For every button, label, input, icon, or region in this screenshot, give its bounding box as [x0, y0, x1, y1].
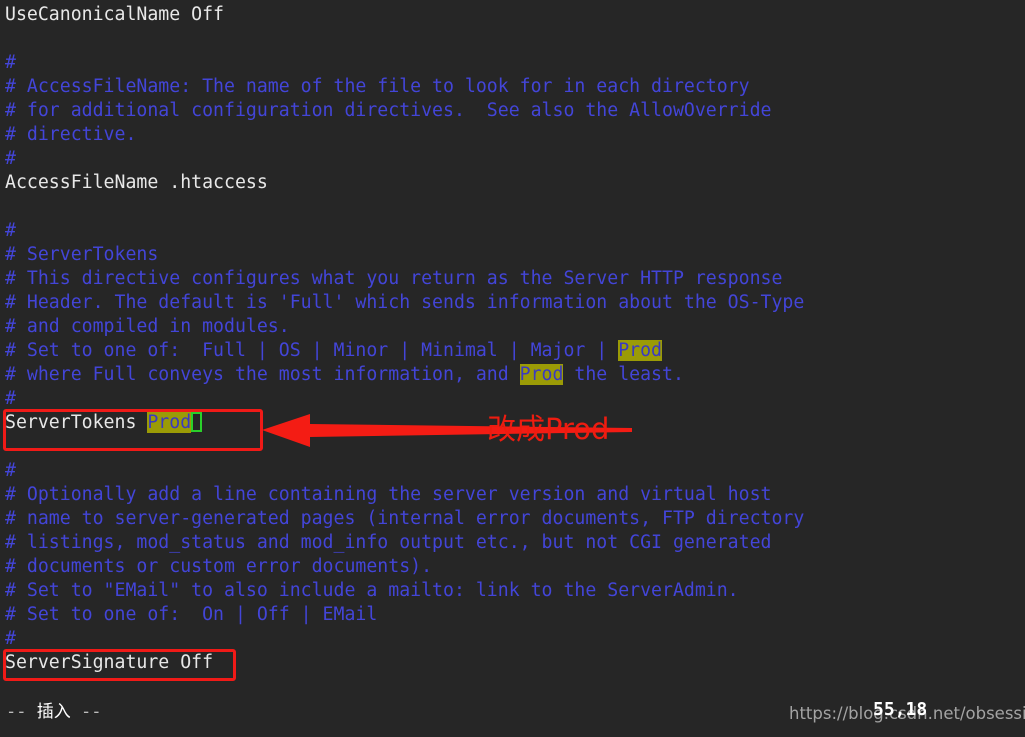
code-line: # Set to one of: On | Off | EMail — [5, 604, 378, 625]
status-dash-right: -- — [70, 702, 102, 722]
status-mode-label: 插入 — [36, 702, 71, 722]
code-line-text: # Set to one of: Full | OS | Minor | Min… — [5, 340, 619, 361]
code-line: # ServerTokens — [5, 244, 159, 265]
code-line: # for additional configuration directive… — [5, 100, 772, 121]
vim-editor-buffer[interactable]: UseCanonicalName Off # # AccessFileName:… — [0, 0, 1025, 737]
terminal-screenshot: UseCanonicalName Off # # AccessFileName:… — [0, 0, 1025, 737]
code-line: # listings, mod_status and mod_info outp… — [5, 532, 772, 553]
search-highlight: Prod — [519, 364, 564, 385]
search-highlight: Prod — [618, 340, 663, 361]
code-line: # name to server-generated pages (intern… — [5, 508, 805, 529]
code-line: # — [5, 148, 16, 169]
vim-status-line: -- 插入 -- — [6, 700, 101, 724]
code-line: # — [5, 52, 16, 73]
code-line-text: # where Full conveys the most informatio… — [5, 364, 520, 385]
status-dash-left: -- — [6, 702, 37, 722]
code-line-text-tail: the least. — [563, 364, 684, 385]
code-line: # documents or custom error documents). — [5, 556, 433, 577]
code-line: # AccessFileName: The name of the file t… — [5, 76, 750, 97]
code-line: # Optionally add a line containing the s… — [5, 484, 772, 505]
code-line-highlighted: # where Full conveys the most informatio… — [5, 363, 684, 387]
code-line: # This directive configures what you ret… — [5, 268, 783, 289]
code-line-servertokens[interactable]: ServerTokens Prod — [5, 411, 203, 435]
code-line: # and compiled in modules. — [5, 316, 290, 337]
cursor-position-indicator: 55,18 — [873, 699, 928, 720]
code-line: # — [5, 628, 16, 649]
code-line: AccessFileName .htaccess — [5, 172, 268, 193]
code-line: # Set to "EMail" to also include a mailt… — [5, 580, 739, 601]
code-line-serversignature[interactable]: ServerSignature Off — [5, 651, 213, 675]
code-line: UseCanonicalName Off — [5, 4, 224, 25]
text-cursor — [191, 412, 203, 432]
code-line: # Header. The default is 'Full' which se… — [5, 292, 805, 313]
code-line-highlighted: # Set to one of: Full | OS | Minor | Min… — [5, 339, 663, 363]
code-line: # — [5, 220, 16, 241]
code-line: # directive. — [5, 124, 137, 145]
code-line: # — [5, 388, 16, 409]
code-line: # — [5, 460, 16, 481]
search-highlight: Prod — [147, 412, 192, 433]
annotation-note-text: 改成Prod — [487, 412, 610, 446]
directive-name: ServerTokens — [5, 412, 148, 433]
